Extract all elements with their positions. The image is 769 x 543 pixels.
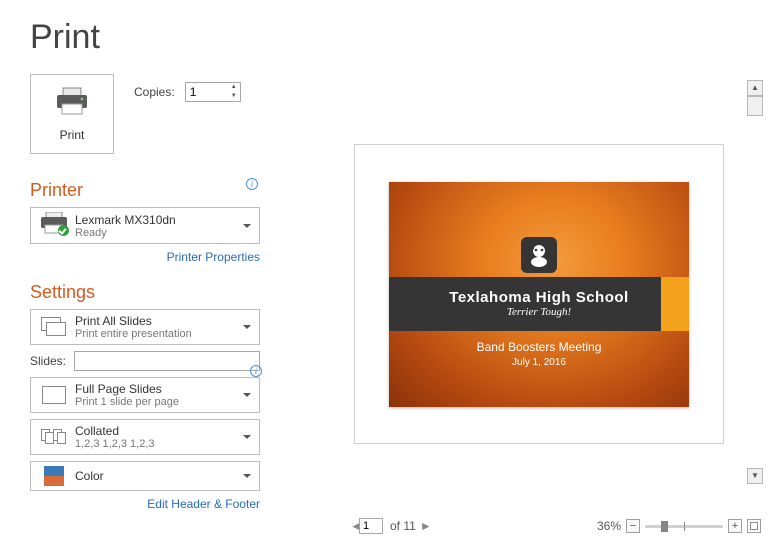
print-button[interactable]: Print [30, 74, 114, 154]
slides-label: Slides: [30, 354, 66, 368]
color-dropdown[interactable]: Color [30, 461, 260, 491]
printer-name: Lexmark MX310dn [75, 213, 255, 227]
slide-preview: Texlahoma High School Terrier Tough! Ban… [354, 144, 724, 444]
slide-subtitle-text: Band Boosters Meeting [389, 340, 689, 354]
edit-header-footer-link[interactable]: Edit Header & Footer [147, 497, 260, 511]
print-what-line2: Print entire presentation [75, 328, 255, 340]
print-what-line1: Print All Slides [75, 314, 255, 328]
slide-tagline-text: Terrier Tough! [507, 306, 571, 318]
copies-label: Copies: [134, 85, 175, 99]
slides-input[interactable] [74, 351, 260, 371]
chevron-down-icon [243, 224, 251, 228]
slides-info-icon[interactable]: i [250, 365, 262, 377]
printer-icon [55, 87, 89, 120]
vertical-scrollbar[interactable]: ▲ ▼ [747, 80, 763, 484]
print-all-slides-icon [41, 317, 67, 337]
zoom-slider-thumb[interactable] [661, 521, 668, 532]
prev-page-button[interactable]: ◄ [346, 519, 356, 533]
zoom-fit-button[interactable] [747, 519, 761, 533]
collate-dropdown[interactable]: Collated 1,2,3 1,2,3 1,2,3 [30, 419, 260, 455]
zoom-slider[interactable] [645, 525, 723, 528]
slide-thumbnail: Texlahoma High School Terrier Tough! Ban… [389, 182, 689, 407]
total-pages-label: of 11 [390, 519, 416, 533]
layout-dropdown[interactable]: Full Page Slides Print 1 slide per page [30, 377, 260, 413]
scroll-down-button[interactable]: ▼ [747, 468, 763, 484]
full-page-icon [42, 386, 66, 404]
next-page-button[interactable]: ► [416, 519, 426, 533]
status-ok-icon [58, 225, 69, 236]
chevron-down-icon [243, 474, 251, 478]
collate-line1: Collated [75, 424, 255, 438]
settings-section-title: Settings [30, 282, 95, 302]
copies-up-button[interactable]: ▲ [228, 83, 240, 92]
print-button-label: Print [60, 128, 85, 142]
print-what-dropdown[interactable]: Print All Slides Print entire presentati… [30, 309, 260, 345]
slide-title-text: Texlahoma High School [449, 289, 628, 306]
scroll-up-button[interactable]: ▲ [747, 80, 763, 96]
collated-icon [41, 427, 67, 447]
color-icon [44, 466, 64, 486]
copies-down-button[interactable]: ▼ [228, 92, 240, 101]
slide-date-text: July 1, 2016 [389, 357, 689, 368]
collate-line2: 1,2,3 1,2,3 1,2,3 [75, 438, 255, 450]
printer-properties-link[interactable]: Printer Properties [167, 250, 260, 264]
chevron-down-icon [243, 435, 251, 439]
zoom-in-button[interactable]: + [728, 519, 742, 533]
printer-status: Ready [75, 227, 255, 239]
color-line1: Color [75, 469, 255, 483]
chevron-down-icon [243, 393, 251, 397]
mascot-icon [521, 237, 557, 273]
printer-dropdown[interactable]: Lexmark MX310dn Ready [30, 207, 260, 244]
printer-section-title: Printer [30, 180, 83, 201]
layout-line1: Full Page Slides [75, 382, 255, 396]
scroll-thumb[interactable] [747, 96, 763, 116]
layout-line2: Print 1 slide per page [75, 396, 255, 408]
zoom-out-button[interactable]: − [626, 519, 640, 533]
printer-info-icon[interactable]: i [246, 178, 258, 190]
page-title: Print [0, 0, 769, 57]
chevron-down-icon [243, 325, 251, 329]
current-page-input[interactable] [359, 518, 383, 534]
zoom-percent-label: 36% [597, 519, 621, 533]
